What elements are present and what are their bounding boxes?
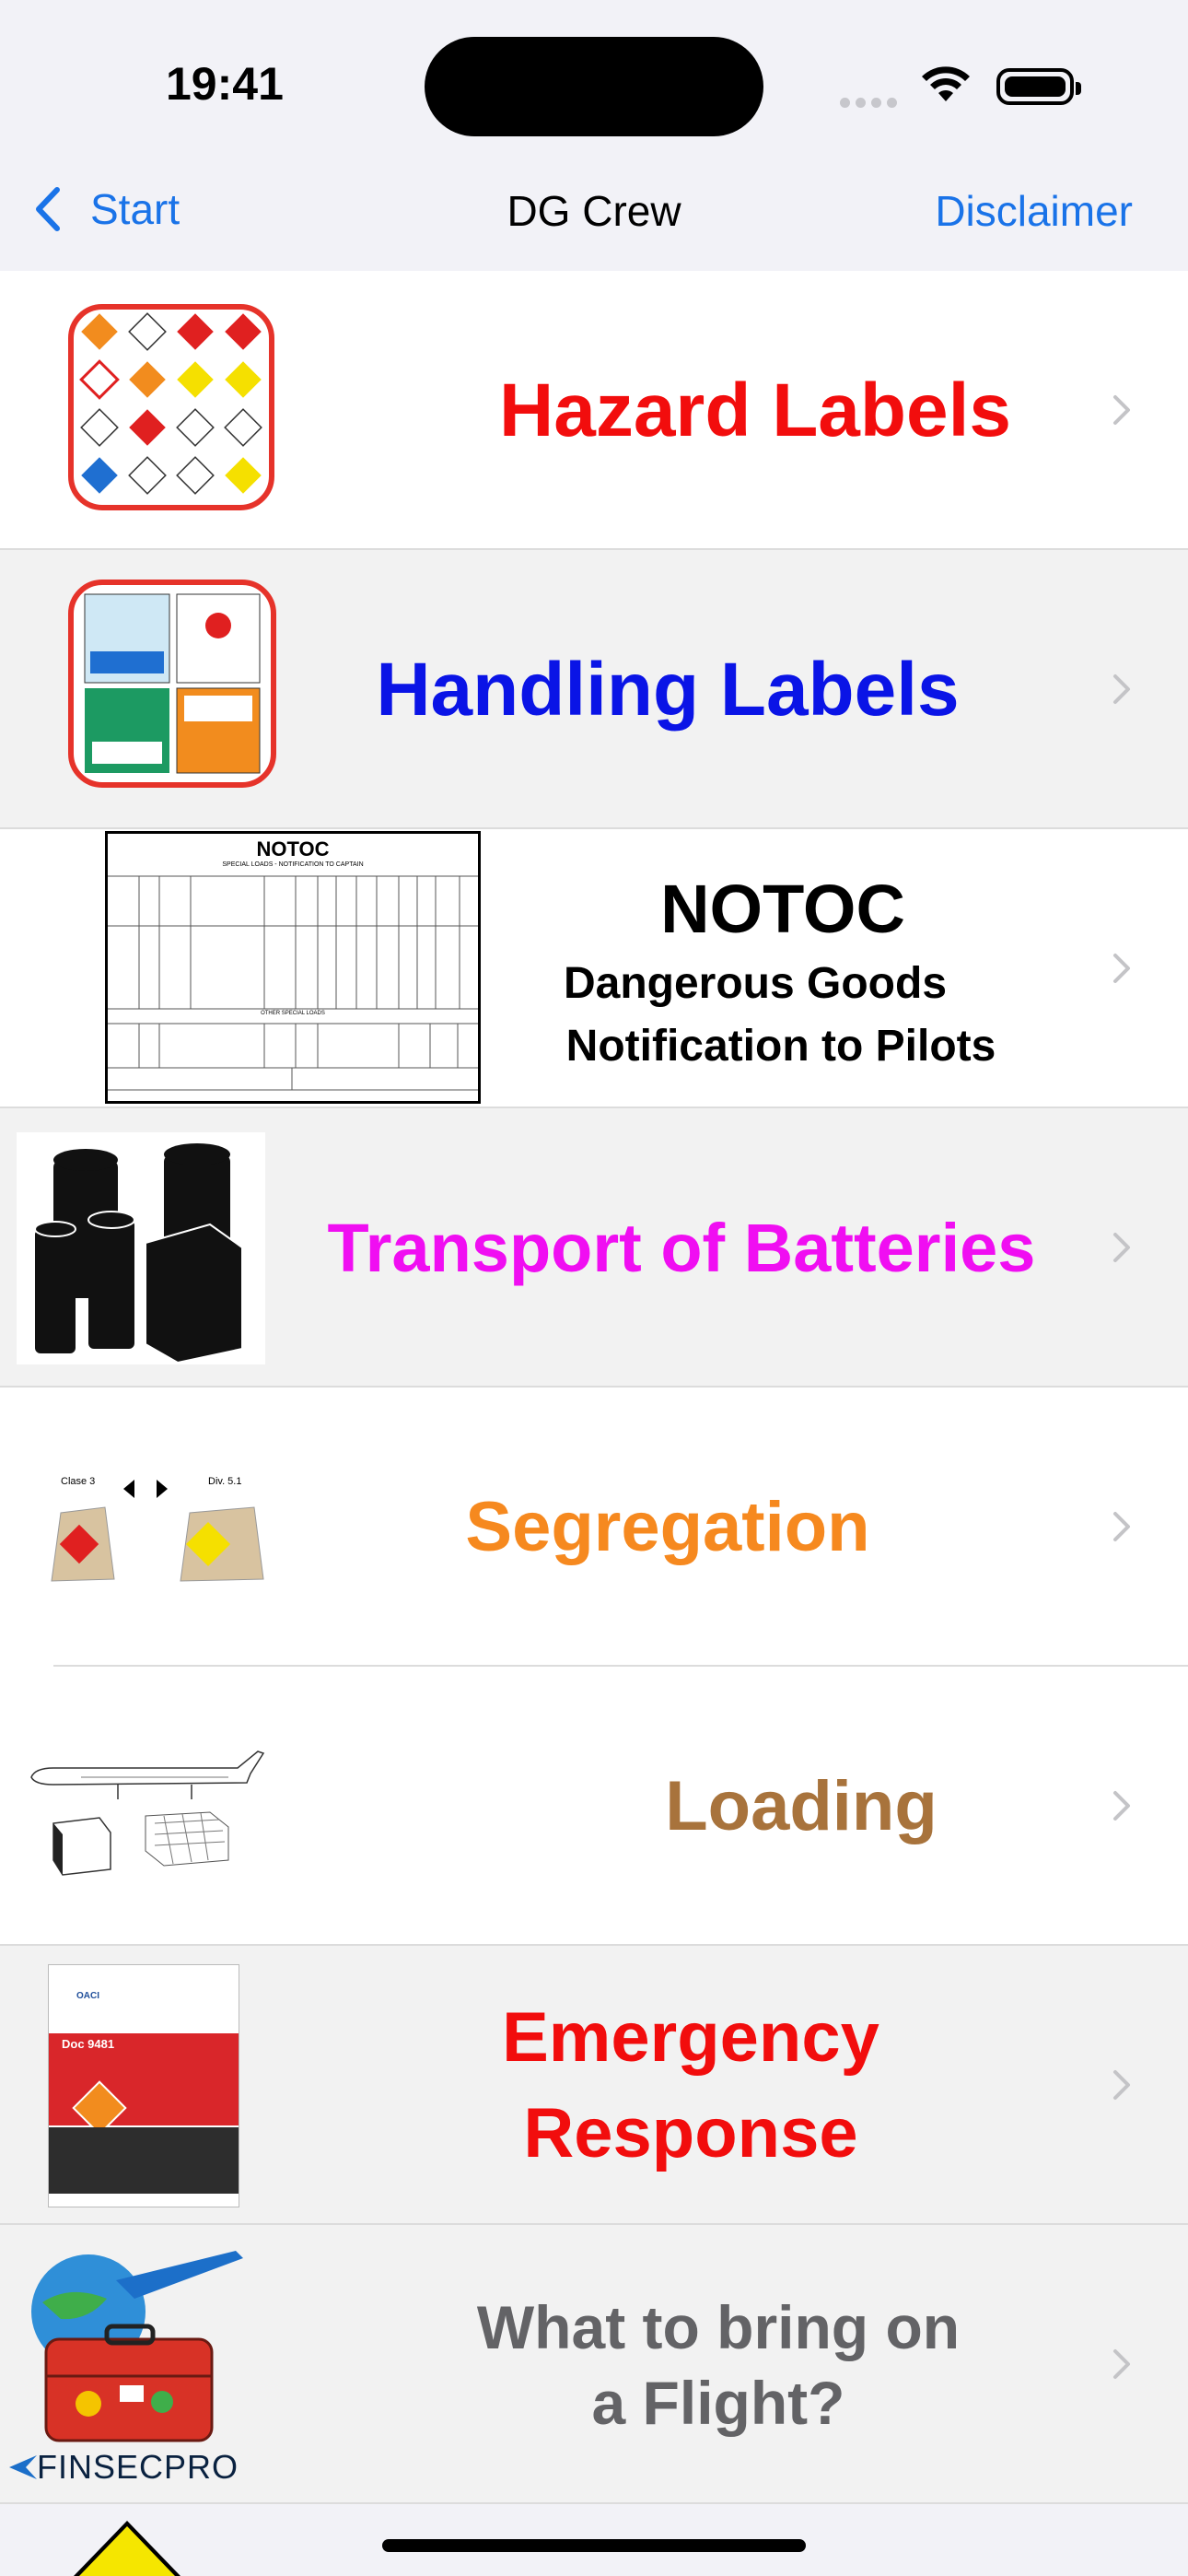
- battery-icon: [996, 68, 1081, 105]
- notoc-form-subheader: SPECIAL LOADS - NOTIFICATION TO CAPTAIN: [222, 861, 364, 868]
- doc-agency-label: OACI: [76, 1991, 99, 2001]
- home-indicator[interactable]: [382, 2539, 806, 2552]
- chevron-right-icon: [1113, 1791, 1130, 1821]
- handling-labels-thumbnail: [68, 580, 276, 788]
- chevron-right-icon: [1113, 2349, 1130, 2379]
- list-item-loading[interactable]: Loading: [0, 1667, 1188, 1946]
- list-item-transport-of-batteries[interactable]: Transport of Batteries: [0, 1108, 1188, 1388]
- disclaimer-button[interactable]: Disclaimer: [935, 186, 1133, 236]
- list-item-hazard-labels[interactable]: Hazard Labels: [0, 271, 1188, 550]
- loading-aircraft-thumbnail: [30, 1751, 265, 1876]
- row-label: Transport of Batteries: [327, 1210, 1036, 1286]
- chevron-right-icon: [1113, 2070, 1130, 2100]
- wifi-icon: [922, 66, 970, 101]
- notoc-title: NOTOC: [660, 871, 905, 947]
- notoc-form-other-section: OTHER SPECIAL LOADS: [261, 1011, 325, 1016]
- finsecpro-logo-icon: [9, 2455, 37, 2479]
- chevron-right-icon: [1113, 1233, 1130, 1262]
- finsecpro-brand-label: FINSECPRO: [37, 2448, 239, 2486]
- row-label-line1: What to bring on: [476, 2292, 961, 2361]
- hazard-labels-thumbnail: [68, 304, 274, 510]
- chevron-right-icon: [1113, 674, 1130, 704]
- finsecpro-thumbnail: FINSECPRO: [6, 2247, 273, 2488]
- list-item-what-to-bring[interactable]: FINSECPRO What to bring on a Flight?: [0, 2225, 1188, 2504]
- notoc-form-thumbnail: NOTOC SPECIAL LOADS - NOTIFICATION TO CA…: [105, 831, 481, 1104]
- segregation-thumbnail: Clase 3 Div. 5.1: [46, 1470, 276, 1590]
- chevron-right-icon: [1113, 954, 1130, 983]
- chevron-right-icon: [1113, 1512, 1130, 1541]
- row-label: What to bring on a Flight?: [387, 2225, 1050, 2504]
- doc-number-label: Doc 9481: [62, 2037, 115, 2051]
- notoc-form-header: NOTOC: [256, 837, 330, 861]
- row-label: Hazard Labels: [499, 368, 1011, 452]
- notoc-subtitle-line1: Dangerous Goods: [563, 959, 948, 1008]
- list-item-segregation[interactable]: Clase 3 Div. 5.1 Segregation: [0, 1388, 1188, 1667]
- list-item-notoc[interactable]: NOTOC SPECIAL LOADS - NOTIFICATION TO CA…: [0, 829, 1188, 1108]
- list-item-emergency-response[interactable]: OACI Doc 9481 Emergency Response: [0, 1946, 1188, 2225]
- status-bar: 19:41: [0, 0, 1188, 175]
- row-label: Handling Labels: [376, 647, 960, 732]
- cellular-signal-icon: [840, 96, 903, 112]
- next-row-hazard-fill: [79, 2526, 175, 2576]
- row-label-line2: Response: [523, 2093, 858, 2172]
- list-item-handling-labels[interactable]: Handling Labels: [0, 550, 1188, 829]
- chevron-right-icon: [1113, 395, 1130, 425]
- row-label-line1: Emergency: [502, 1997, 879, 2077]
- emergency-doc-thumbnail: OACI Doc 9481: [48, 1964, 239, 2207]
- dynamic-island: [425, 37, 763, 136]
- status-time: 19:41: [166, 58, 284, 110]
- row-label: Segregation: [465, 1488, 870, 1566]
- row-label-line2: a Flight?: [591, 2368, 845, 2437]
- batteries-icon: [17, 1132, 265, 1364]
- notoc-subtitle-line2: Notification to Pilots: [565, 1022, 996, 1071]
- row-label: Emergency Response: [405, 1946, 976, 2225]
- row-label: Loading: [665, 1767, 938, 1845]
